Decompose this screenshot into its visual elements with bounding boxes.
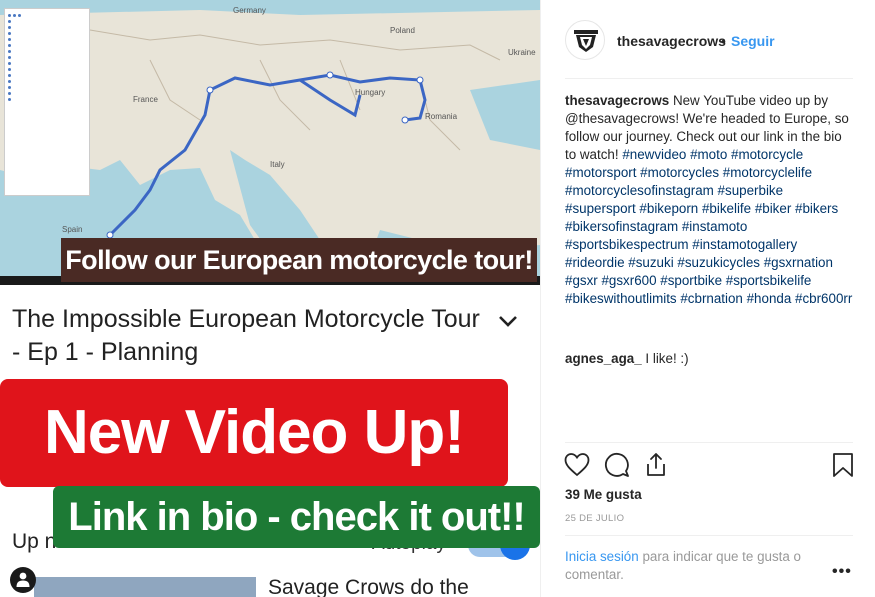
new-video-banner: New Video Up! — [0, 379, 508, 487]
comment-icon[interactable] — [604, 452, 630, 478]
comment: agnes_aga_ I like! :) — [565, 350, 855, 368]
user-icon — [16, 572, 30, 587]
actions-divider — [565, 442, 853, 443]
post-media[interactable]: Germany Ukraine France Romania Hungary S… — [0, 0, 540, 597]
map-label-poland: Poland — [390, 26, 415, 35]
header-username-link[interactable]: thesavagecrows — [617, 33, 726, 49]
video-title: The Impossible European Motorcycle Tour … — [12, 305, 480, 366]
login-prompt: Inicia sesión para indicar que te gusta … — [565, 548, 825, 584]
bookmark-icon[interactable] — [830, 452, 856, 478]
comment-text: I like! :) — [645, 351, 689, 366]
comment-username-link[interactable]: agnes_aga_ — [565, 351, 642, 366]
avatar[interactable] — [565, 20, 605, 60]
map-label-ukraine: Ukraine — [508, 48, 536, 57]
post-date[interactable]: 25 DE JULIO — [565, 513, 624, 524]
caption-username-link[interactable]: thesavagecrows — [565, 93, 669, 108]
post-header: thesavagecrows • Seguir — [541, 0, 875, 79]
heart-icon[interactable] — [564, 452, 590, 478]
tagged-users-button[interactable] — [10, 567, 36, 593]
savage-crows-logo-icon — [574, 30, 598, 52]
map-label-germany: Germany — [233, 6, 266, 15]
chevron-down-icon — [499, 316, 517, 327]
header-separator: • — [721, 33, 726, 49]
up-next-label: Up n — [12, 530, 57, 553]
post-caption: thesavagecrows New YouTube video up by @… — [565, 92, 855, 308]
follow-tour-banner: Follow our European motorcycle tour! — [61, 238, 537, 282]
map-directions-panel — [4, 8, 90, 196]
map-label-spain: Spain — [62, 225, 83, 234]
header-divider — [565, 78, 853, 79]
caption-hashtags[interactable]: #newvideo #moto #motorcycle #motorsport … — [565, 147, 852, 306]
login-link[interactable]: Inicia sesión — [565, 549, 639, 564]
map-label-hungary: Hungary — [355, 88, 386, 97]
share-icon[interactable] — [643, 452, 669, 478]
likes-count[interactable]: 39 Me gusta — [565, 487, 642, 502]
map-label-romania: Romania — [425, 112, 458, 121]
map-label-italy: Italy — [270, 160, 285, 169]
comment-divider — [565, 535, 853, 536]
post-panel: thesavagecrows • Seguir thesavagecrows N… — [540, 0, 875, 597]
next-video-thumbnail — [34, 577, 256, 597]
map-label-france: France — [133, 95, 158, 104]
follow-button[interactable]: Seguir — [731, 33, 775, 49]
more-options-icon[interactable]: ••• — [832, 563, 852, 581]
link-in-bio-banner: Link in bio - check it out!! — [53, 486, 540, 548]
next-video-title: Savage Crows do the — [268, 576, 469, 597]
